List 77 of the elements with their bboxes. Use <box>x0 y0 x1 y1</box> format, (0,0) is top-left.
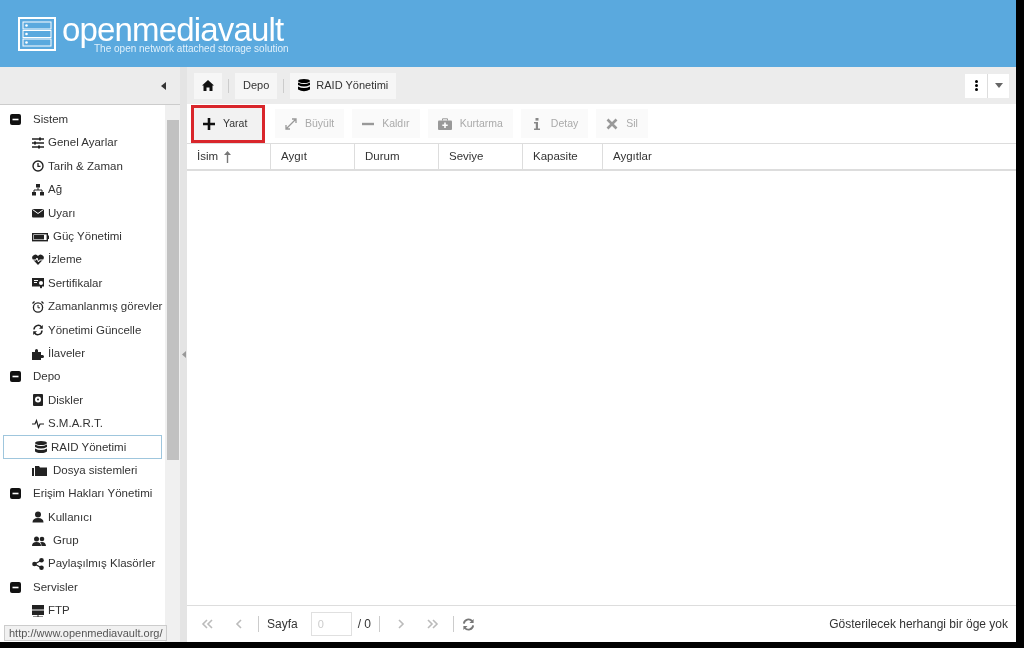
refresh-icon <box>32 324 44 337</box>
server-icon <box>32 604 44 617</box>
tree-item[interactable]: Yönetimi Güncelle <box>0 318 165 342</box>
user-icon <box>32 511 44 524</box>
column-header[interactable]: Aygıtlar <box>603 144 1016 169</box>
sort-ascending-icon <box>224 150 232 163</box>
breadcrumb-link[interactable]: RAID Yönetimi <box>290 72 397 99</box>
tree-item[interactable]: İzleme <box>0 248 165 272</box>
database-icon <box>298 79 311 92</box>
tree-item[interactable]: Uyarı <box>0 201 165 225</box>
tree-item[interactable]: Dosya sistemleri <box>0 458 165 483</box>
tree-item[interactable]: İlaveler <box>0 341 165 366</box>
status-url-tooltip: http://www.openmediavault.org/ <box>4 625 168 641</box>
tree-item[interactable]: Ağ <box>0 178 165 202</box>
tree-item[interactable]: Sertifikalar <box>0 271 165 296</box>
tree-item[interactable]: Genel Ayarlar <box>0 131 165 155</box>
users-icon <box>32 534 49 547</box>
page-total: / 0 <box>357 616 372 633</box>
column-header[interactable]: İsim <box>187 144 271 169</box>
network-icon <box>32 183 44 196</box>
tree-item[interactable]: RAID Yönetimi <box>3 435 162 459</box>
home-icon <box>202 80 214 91</box>
breadcrumb-link[interactable]: Depo <box>235 72 278 99</box>
plus-icon <box>203 117 215 130</box>
last-page-icon[interactable] <box>427 619 440 629</box>
puzzle-icon <box>32 347 44 360</box>
refresh-icon[interactable] <box>462 617 476 631</box>
tree-item[interactable]: Diskler <box>0 388 165 413</box>
server-rack-icon <box>18 16 56 51</box>
column-header[interactable]: Durum <box>355 144 439 169</box>
first-aid-kit-icon <box>437 117 452 130</box>
next-page-icon[interactable] <box>398 619 406 629</box>
collapse-icon <box>10 114 21 126</box>
scrollbar[interactable] <box>165 105 180 642</box>
tree-item[interactable]: Kullanıcı <box>0 505 165 530</box>
collapse-icon <box>10 488 21 500</box>
tree-item[interactable]: Zamanlanmış görevler <box>0 295 165 319</box>
tree-group[interactable]: Servisler <box>0 575 165 600</box>
previous-page-icon[interactable] <box>235 619 242 629</box>
more-vertical-icon <box>974 80 978 91</box>
empty-message: Gösterilecek herhangi bir öge yok <box>829 616 1008 633</box>
logo-text: openmediavault <box>62 13 284 46</box>
heartbeat-icon <box>32 254 44 267</box>
tree-item[interactable]: S.M.A.R.T. <box>0 412 165 436</box>
database-icon <box>35 441 47 454</box>
column-header[interactable]: Seviye <box>439 144 523 169</box>
collapse-icon <box>10 371 21 383</box>
column-header[interactable]: Aygıt <box>271 144 355 169</box>
more-options-button[interactable] <box>965 73 987 98</box>
clock-icon <box>32 160 44 173</box>
folders-icon <box>32 464 49 477</box>
tree-item[interactable]: FTP <box>0 599 165 623</box>
certificate-icon <box>32 277 44 290</box>
dropdown-button[interactable] <box>987 73 1009 98</box>
tree-group[interactable]: Erişim Hakları Yönetimi <box>0 482 165 506</box>
close-icon <box>606 117 619 130</box>
tree-group[interactable]: Sistem <box>0 108 165 132</box>
battery-icon <box>32 230 49 243</box>
expand-icon <box>285 117 297 130</box>
collapse-arrow-icon[interactable] <box>161 81 166 90</box>
home-button[interactable] <box>194 72 222 99</box>
collapse-icon <box>10 582 21 593</box>
tree-item[interactable]: Paylaşılmış Klasörler <box>0 552 165 576</box>
pulse-icon <box>32 417 44 430</box>
share-icon <box>32 558 44 571</box>
envelope-icon <box>32 207 44 220</box>
column-header[interactable]: Kapasite <box>523 144 603 169</box>
page-label: Sayfa <box>267 616 298 633</box>
alarm-clock-icon <box>32 300 44 313</box>
tree-item[interactable]: Grup <box>0 529 165 553</box>
first-page-icon[interactable] <box>201 619 213 629</box>
tree-group[interactable]: Depo <box>0 365 165 389</box>
tree-item[interactable]: Tarih & Zaman <box>0 154 165 179</box>
caret-icon <box>994 83 1003 88</box>
tree-item[interactable]: Güç Yönetimi <box>0 224 165 249</box>
toolbar-button[interactable]: Yarat <box>193 106 263 141</box>
sliders-icon <box>32 137 44 150</box>
